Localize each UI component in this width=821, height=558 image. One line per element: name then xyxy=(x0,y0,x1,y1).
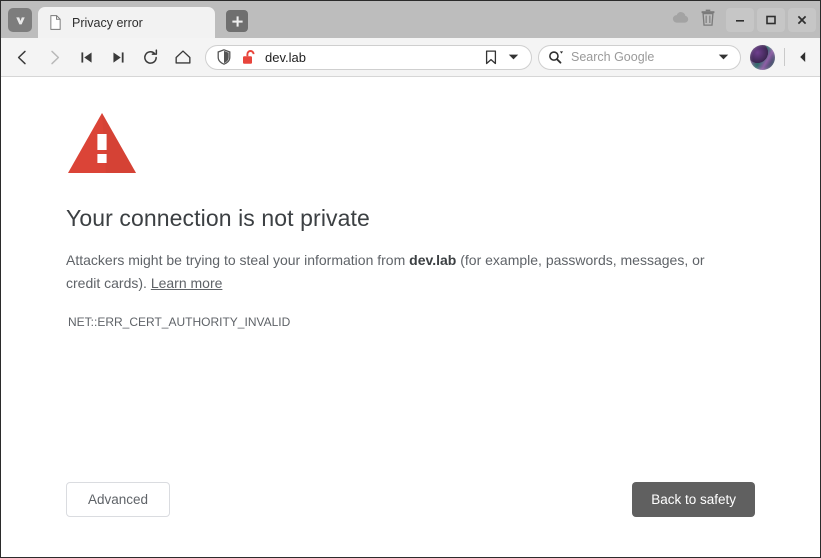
vivaldi-logo-icon xyxy=(12,12,29,29)
error-description: Attackers might be trying to steal your … xyxy=(66,249,738,295)
home-icon xyxy=(174,50,191,64)
rewind-button[interactable] xyxy=(73,44,100,71)
browser-window: Privacy error dev.lab Search Google Your… xyxy=(0,0,821,558)
minimize-button[interactable] xyxy=(726,7,754,32)
home-button[interactable] xyxy=(169,44,196,71)
page-document-icon xyxy=(48,15,63,30)
toolbar-separator xyxy=(784,48,785,66)
plus-icon xyxy=(231,15,244,28)
chevron-down-icon xyxy=(718,54,729,60)
new-tab-button[interactable] xyxy=(226,10,248,32)
maximize-button[interactable] xyxy=(757,7,785,32)
address-dropdown-button[interactable] xyxy=(505,49,522,66)
bookmark-icon[interactable] xyxy=(482,49,499,66)
advanced-button[interactable]: Advanced xyxy=(66,482,171,517)
close-icon xyxy=(797,15,807,24)
maximize-icon xyxy=(766,15,776,24)
error-domain: dev.lab xyxy=(409,252,457,268)
learn-more-link[interactable]: Learn more xyxy=(151,275,223,291)
minimize-icon xyxy=(736,19,744,22)
panel-toggle-button[interactable] xyxy=(792,45,812,69)
chevron-right-icon xyxy=(51,50,60,64)
address-url-text: dev.lab xyxy=(265,49,306,65)
chevron-left-icon xyxy=(17,50,26,64)
tab-bar: Privacy error xyxy=(1,1,820,38)
error-code: NET::ERR_CERT_AUTHORITY_INVALID xyxy=(68,315,291,330)
unlocked-padlock-icon[interactable] xyxy=(240,49,257,66)
skip-previous-icon xyxy=(81,51,92,63)
vivaldi-menu-button[interactable] xyxy=(8,8,32,32)
tab-title: Privacy error xyxy=(72,15,143,30)
navigation-toolbar: dev.lab Search Google xyxy=(1,38,820,77)
chevron-down-icon xyxy=(508,54,519,60)
panel-collapse-left-icon xyxy=(799,52,805,62)
forward-button[interactable] xyxy=(41,44,68,71)
reload-button[interactable] xyxy=(137,44,164,71)
warning-triangle-icon xyxy=(66,111,755,180)
reload-icon xyxy=(144,48,158,64)
tab-privacy-error[interactable]: Privacy error xyxy=(38,7,215,38)
search-dropdown-button[interactable] xyxy=(715,49,732,66)
profile-avatar[interactable] xyxy=(750,44,775,70)
page-title: Your connection is not private xyxy=(66,205,370,231)
shield-icon[interactable] xyxy=(215,49,232,66)
search-placeholder-text: Search Google xyxy=(571,50,655,64)
page-content: Your connection is not private Attackers… xyxy=(1,77,820,557)
close-button[interactable] xyxy=(788,7,816,32)
skip-next-icon xyxy=(113,51,124,63)
address-bar[interactable]: dev.lab xyxy=(205,44,532,70)
fastforward-button[interactable] xyxy=(105,44,132,71)
interstitial-button-row: Advanced Back to safety xyxy=(66,482,755,517)
back-button[interactable] xyxy=(9,44,36,71)
back-to-safety-button[interactable]: Back to safety xyxy=(632,482,755,517)
search-magnifier-icon[interactable] xyxy=(547,49,564,66)
sync-cloud-icon xyxy=(672,11,689,29)
trash-icon xyxy=(701,9,715,31)
trash-button[interactable] xyxy=(695,6,721,34)
search-input[interactable]: Search Google xyxy=(538,44,741,70)
error-description-prefix: Attackers might be trying to steal your … xyxy=(66,252,410,268)
ssl-interstitial: Your connection is not private Attackers… xyxy=(66,111,755,539)
sync-button[interactable] xyxy=(667,6,693,34)
window-controls-area xyxy=(667,1,820,38)
